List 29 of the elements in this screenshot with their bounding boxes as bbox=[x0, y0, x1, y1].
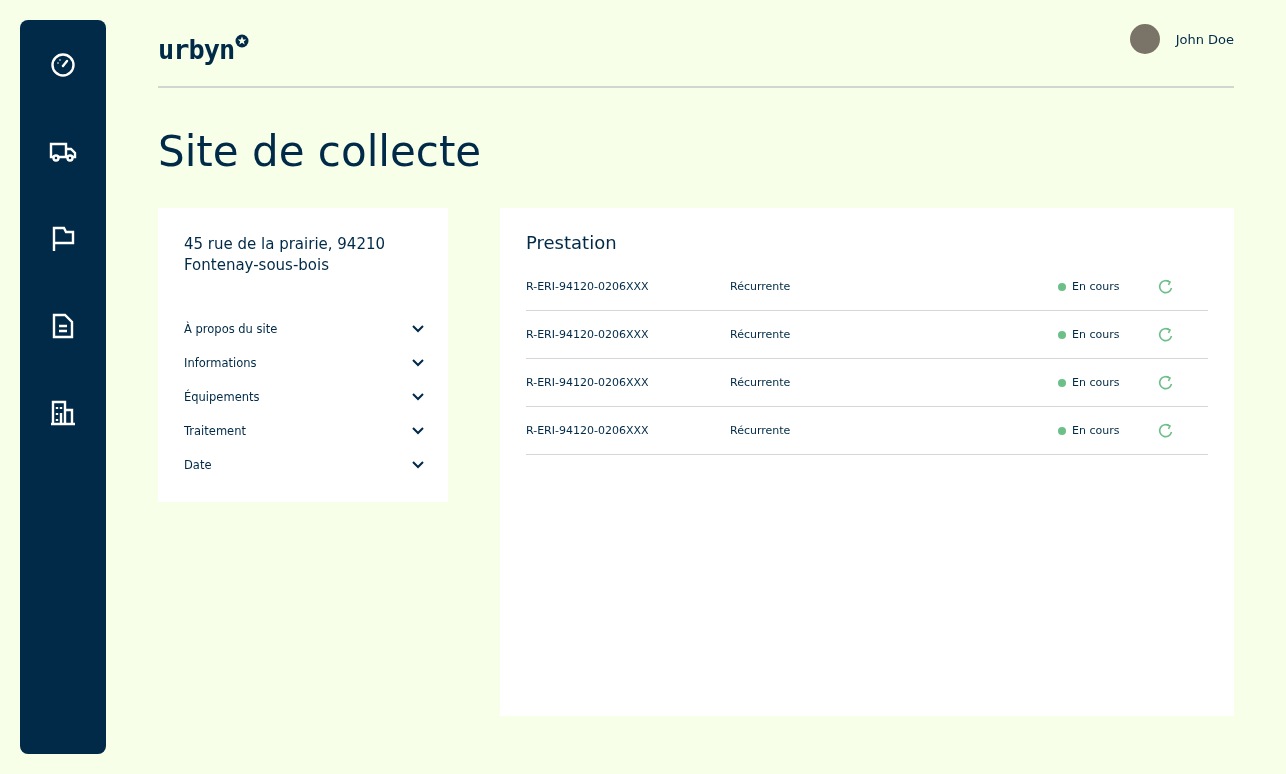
status-text: En cours bbox=[1072, 328, 1121, 341]
truck-icon[interactable] bbox=[49, 141, 77, 163]
status-text: En cours bbox=[1072, 424, 1121, 437]
card-title: Prestation bbox=[526, 232, 618, 253]
type-cell-text: Récurrente bbox=[730, 376, 792, 389]
gauge-icon[interactable] bbox=[50, 52, 76, 78]
status-text: En cours bbox=[1072, 376, 1121, 389]
star-icon bbox=[235, 33, 250, 48]
accordion-item[interactable]: À propos du site bbox=[184, 312, 424, 346]
flag-icon[interactable] bbox=[51, 226, 75, 252]
site-address: 45 rue de la prairie, 94210 Fontenay-sous-bois bbox=[184, 234, 387, 276]
type-cell-text: Récurrente bbox=[730, 280, 792, 293]
reference-cell-text: R-ERI-94120-0206XXX bbox=[526, 424, 650, 437]
status-text: En cours bbox=[1072, 280, 1121, 293]
accordion-item[interactable]: Équipements bbox=[184, 380, 424, 414]
document-icon[interactable] bbox=[52, 313, 74, 339]
avatar-photo-placeholder[interactable] bbox=[1129, 24, 1160, 54]
reference-cell-text: R-ERI-94120-0206XXX bbox=[526, 328, 650, 341]
user-name[interactable]: John Doe bbox=[1175, 31, 1234, 47]
accordion-item[interactable]: Date bbox=[184, 448, 424, 482]
type-cell-text: Récurrente bbox=[730, 328, 792, 341]
reference-cell-text: R-ERI-94120-0206XXX bbox=[526, 280, 650, 293]
reference-cell-text: R-ERI-94120-0206XXX bbox=[526, 376, 650, 389]
logo-wordmark: urbyn bbox=[158, 33, 235, 65]
type-cell-text: Récurrente bbox=[730, 424, 792, 437]
building-icon[interactable] bbox=[50, 400, 76, 426]
accordion-item[interactable]: Informations bbox=[184, 346, 424, 380]
accordion-item[interactable]: Traitement bbox=[184, 414, 424, 448]
page-title: Site de collecte bbox=[158, 126, 483, 178]
